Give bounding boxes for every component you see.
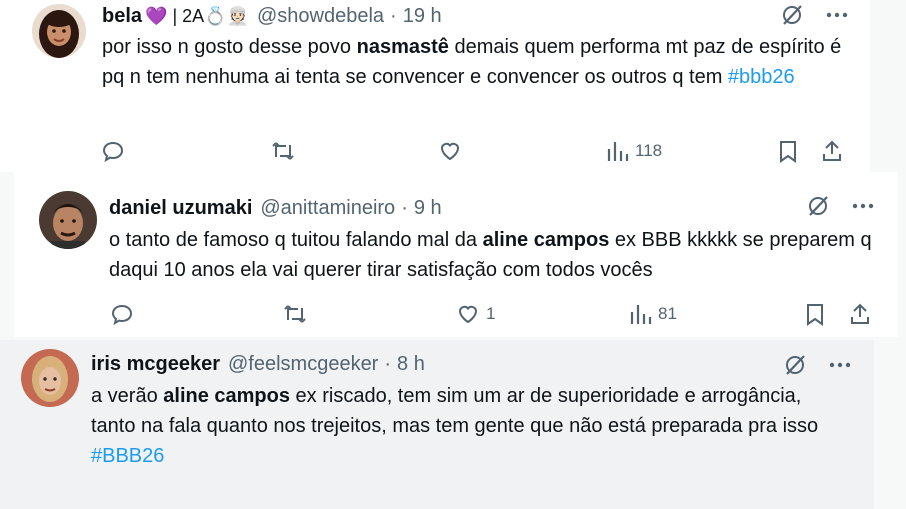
bold-term: aline campos: [482, 229, 610, 251]
views-count: 81: [658, 304, 677, 323]
grok-icon[interactable]: [806, 194, 830, 218]
views-icon: [630, 305, 652, 324]
grok-icon[interactable]: [783, 353, 807, 377]
like-count: 1: [486, 304, 496, 323]
views-icon: [607, 142, 629, 161]
views-button[interactable]: 118: [607, 139, 662, 163]
timestamp[interactable]: 8 h: [397, 353, 425, 376]
tweet-text: o tanto de famoso q tuitou falando mal d…: [109, 229, 872, 281]
more-icon[interactable]: [826, 12, 848, 18]
timestamp[interactable]: 19 h: [403, 5, 442, 28]
bookmark-button[interactable]: [804, 302, 826, 326]
reply-button[interactable]: [110, 302, 134, 326]
more-icon[interactable]: [852, 203, 874, 209]
like-icon: [458, 305, 478, 324]
like-icon: [440, 142, 460, 161]
author-handle[interactable]: @showdebela: [257, 5, 384, 28]
views-count: 118: [635, 141, 663, 160]
separator-dot: ·: [390, 5, 397, 27]
bookmark-button[interactable]: [777, 139, 799, 163]
timestamp[interactable]: 9 h: [414, 197, 442, 220]
separator-dot: ·: [384, 353, 392, 375]
author-handle[interactable]: @anittamineiro: [260, 197, 395, 220]
like-button[interactable]: [438, 139, 468, 163]
retweet-icon: [272, 142, 294, 160]
author-name[interactable]: bela: [102, 5, 142, 28]
avatar[interactable]: [39, 191, 97, 249]
author-name[interactable]: daniel uzumaki: [109, 197, 252, 220]
grok-icon[interactable]: [780, 3, 804, 27]
like-button[interactable]: 1: [456, 302, 495, 326]
retweet-icon: [284, 305, 306, 323]
separator-dot: ·: [401, 197, 408, 219]
share-button[interactable]: [820, 139, 844, 163]
name-badges: 💜 | 2A💍👳🏻: [145, 6, 249, 26]
bookmark-icon: [780, 141, 796, 163]
share-icon: [823, 140, 841, 161]
tweet-2[interactable]: daniel uzumaki @anittamineiro · 9 h o ta…: [14, 172, 898, 337]
avatar[interactable]: [21, 349, 79, 407]
bold-term: aline campos: [163, 385, 290, 407]
tweet-text: a verão aline campos ex riscado, tem sim…: [91, 385, 819, 467]
hashtag-link[interactable]: #BBB26: [91, 445, 164, 467]
more-icon[interactable]: [829, 362, 851, 368]
retweet-button[interactable]: [270, 139, 296, 163]
tweet-3[interactable]: iris mcgeeker @feelsmcgeeker · 8 h a ver…: [0, 340, 874, 509]
views-button[interactable]: 81: [630, 302, 677, 326]
bold-term: nasmastê: [356, 36, 449, 58]
share-button[interactable]: [848, 302, 872, 326]
bookmark-icon: [807, 304, 823, 326]
tweet-text: por isso n gosto desse povo nasmastê dem…: [102, 36, 842, 88]
retweet-button[interactable]: [282, 302, 308, 326]
tweet-1[interactable]: bela 💜 | 2A💍👳🏻 @showdebela · 19 h por is…: [0, 0, 870, 172]
hashtag-link[interactable]: #bbb26: [728, 66, 795, 88]
avatar[interactable]: [32, 4, 86, 58]
author-handle[interactable]: @feelsmcgeeker: [228, 353, 378, 376]
share-icon: [851, 303, 869, 324]
reply-button[interactable]: [101, 139, 125, 163]
reply-icon: [111, 304, 133, 326]
reply-icon: [102, 141, 124, 163]
author-name[interactable]: iris mcgeeker: [91, 353, 220, 376]
